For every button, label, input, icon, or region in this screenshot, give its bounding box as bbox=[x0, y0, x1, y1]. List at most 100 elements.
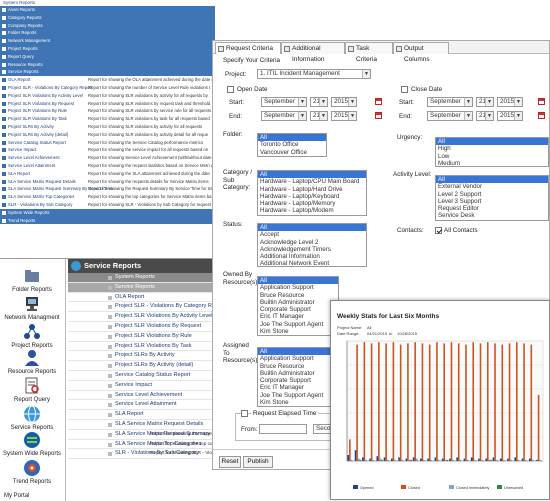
list-option[interactable]: All bbox=[258, 277, 338, 285]
report-row[interactable]: SLA Service Matrix Top Categories Report … bbox=[0, 193, 215, 201]
calendar-icon[interactable] bbox=[375, 98, 382, 105]
list-option[interactable]: Kim Stone bbox=[258, 328, 338, 335]
report-group-row[interactable]: Report Query bbox=[0, 52, 215, 61]
report-group-row[interactable]: System Wide Reports bbox=[0, 208, 215, 217]
list-option[interactable]: All bbox=[436, 176, 548, 184]
nav-item-system-wide-reports[interactable]: System Wide Reports bbox=[0, 431, 64, 457]
report-row[interactable]: OLA Report Report for showing the OLA att… bbox=[0, 76, 215, 84]
report-row[interactable]: SLA Report Report for showing the SLA att… bbox=[0, 170, 215, 178]
tab-additional-information[interactable]: Additional Information bbox=[281, 42, 345, 63]
report-group-row[interactable]: Trend Reports bbox=[0, 216, 215, 225]
list-option[interactable]: External Vendor bbox=[436, 183, 548, 190]
report-group-row[interactable]: Project Reports bbox=[0, 44, 215, 53]
report-row[interactable]: Project SLRs By Activity (detail) bbox=[68, 361, 222, 371]
list-option[interactable]: All bbox=[258, 171, 366, 179]
list-option[interactable]: Bruce Resource bbox=[258, 363, 338, 370]
report-row[interactable]: Service Impact Report for showing the ser… bbox=[0, 146, 215, 154]
report-row[interactable]: Project SLR - Violations By Category Rep… bbox=[0, 84, 215, 92]
nav-item-my-portal[interactable]: My Portal bbox=[0, 493, 64, 499]
report-group-row[interactable]: System Reports bbox=[68, 273, 222, 283]
open-start-year[interactable]: 2015 ▼ bbox=[331, 97, 357, 107]
report-row[interactable]: Project SLR - Violations By Category Rep… bbox=[68, 302, 225, 313]
report-row[interactable]: Project SLR Violations By Task Report for… bbox=[0, 115, 215, 123]
report-row[interactable]: Service Level Attainment Report for showi… bbox=[0, 162, 215, 170]
elapsed-from-input[interactable] bbox=[259, 424, 307, 434]
report-row[interactable]: SLA Service Matrix Request Details Report… bbox=[0, 178, 215, 186]
list-option[interactable]: Application Support bbox=[258, 284, 338, 291]
nav-item-network-managment[interactable]: Network Managment bbox=[0, 295, 64, 321]
publish-button[interactable]: Publish bbox=[243, 456, 273, 468]
folder-listbox[interactable]: All Toronto Office Vancouver Office bbox=[257, 133, 327, 157]
open-end-month[interactable]: September ▼ bbox=[261, 111, 307, 121]
nav-item-report-query[interactable]: Report Query bbox=[0, 377, 64, 403]
list-option[interactable]: Acknowledgement Timers bbox=[258, 246, 366, 253]
list-option[interactable]: Hardware - Laptop/Modem bbox=[258, 207, 366, 214]
calendar-icon[interactable] bbox=[538, 112, 545, 119]
list-option[interactable]: Builtin Administrator bbox=[258, 370, 338, 377]
urgency-listbox[interactable]: All High Low Medium bbox=[435, 137, 549, 167]
report-row[interactable]: Project SLRs By Activity (detail) Report … bbox=[0, 131, 215, 139]
report-group-row[interactable]: Folder Reports bbox=[0, 29, 215, 38]
list-option[interactable]: Eric IT Manager bbox=[258, 384, 338, 391]
reset-button[interactable]: Reset bbox=[219, 456, 241, 468]
list-option[interactable]: Builtin Administrator bbox=[258, 299, 338, 306]
calendar-icon[interactable] bbox=[538, 98, 545, 105]
close-start-month[interactable]: September ▼ bbox=[427, 97, 473, 107]
list-option[interactable]: Request Editor bbox=[436, 205, 548, 212]
report-row[interactable]: SLA Service Matrix Request Summary By Se… bbox=[0, 185, 215, 193]
report-row[interactable]: Project SLR Violations By Request bbox=[68, 322, 222, 332]
report-group-row[interactable]: Resource Reports bbox=[0, 60, 215, 69]
calendar-icon[interactable] bbox=[375, 112, 382, 119]
report-row[interactable]: Project SLR Violations By Activity Level bbox=[68, 312, 222, 322]
list-option[interactable]: Vancouver Office bbox=[258, 149, 326, 156]
list-option[interactable]: Joe The Support Agent bbox=[258, 321, 338, 328]
close-start-day[interactable]: 21 ▼ bbox=[476, 97, 494, 107]
nav-item-trend-reports[interactable]: Trend Reports bbox=[0, 459, 64, 485]
open-start-day[interactable]: 21 ▼ bbox=[310, 97, 328, 107]
list-option[interactable]: Medium bbox=[436, 160, 548, 166]
report-group-row[interactable]: Network Management bbox=[0, 37, 215, 45]
assigned-to-listbox[interactable]: All Application Support Bruce Resource Buil… bbox=[257, 347, 339, 407]
report-row[interactable]: Project SLRs By Activity Report for showi… bbox=[0, 123, 215, 131]
open-date-checkbox[interactable] bbox=[227, 86, 234, 93]
list-option[interactable]: High bbox=[436, 145, 548, 152]
list-option[interactable]: Eric IT Manager bbox=[258, 313, 338, 320]
report-row[interactable]: Project SLR Violations By Request Report … bbox=[0, 100, 215, 108]
report-group-row[interactable]: Company Reports bbox=[0, 21, 215, 30]
list-option[interactable]: Joe The Support Agent bbox=[258, 392, 338, 399]
nav-item-folder-reports[interactable]: Folder Reports bbox=[0, 267, 64, 293]
tab-task-criteria[interactable]: Task Criteria bbox=[345, 42, 393, 63]
list-option[interactable]: Additional Information bbox=[258, 253, 366, 260]
list-option[interactable]: All bbox=[258, 348, 338, 356]
all-contacts-checkbox[interactable] bbox=[435, 227, 442, 234]
list-option[interactable]: Level 2 Support bbox=[436, 191, 548, 198]
list-option[interactable]: Toronto Office bbox=[258, 141, 326, 148]
report-row[interactable]: Project SLR Violations By Task bbox=[68, 342, 222, 352]
list-option[interactable]: Bruce Resource bbox=[258, 292, 338, 299]
report-row[interactable]: Project SLR Violations By Rule bbox=[68, 332, 222, 342]
report-row[interactable]: Project SLRs By Activity bbox=[68, 351, 222, 362]
close-end-year[interactable]: 2015 ▼ bbox=[497, 111, 523, 121]
list-option[interactable]: Level 3 Support bbox=[436, 198, 548, 205]
owned-by-listbox[interactable]: All Application Support Bruce Resource Buil… bbox=[257, 276, 339, 336]
list-option[interactable]: Hardware - Laptop/Keyboard bbox=[258, 193, 366, 200]
activity-level-listbox[interactable]: All External Vendor Level 2 Support Level 3… bbox=[435, 175, 549, 221]
list-option[interactable]: Acknowledge Level 2 bbox=[258, 239, 366, 246]
list-option[interactable]: Kim Stone bbox=[258, 399, 338, 406]
elapsed-time-checkbox[interactable] bbox=[241, 410, 248, 417]
report-row[interactable]: SLR - Violations By Sub Category Report f… bbox=[0, 201, 215, 209]
report-row[interactable]: Service Impact bbox=[68, 381, 222, 391]
nav-item-project-reports[interactable]: Project Reports bbox=[0, 323, 64, 349]
report-row[interactable]: Service Level Achievement bbox=[68, 391, 222, 401]
status-listbox[interactable]: All Accept Acknowledge Level 2 Acknowledgem… bbox=[257, 223, 367, 267]
report-row[interactable]: SLA Report bbox=[68, 410, 222, 420]
report-row[interactable]: Project SLR Violations By Rule Report for… bbox=[0, 107, 215, 115]
close-date-checkbox[interactable] bbox=[401, 86, 408, 93]
open-end-year[interactable]: 2015 ▼ bbox=[331, 111, 357, 121]
tab-request-criteria[interactable]: Request Criteria bbox=[215, 42, 281, 54]
report-row[interactable]: OLA Report bbox=[68, 293, 222, 303]
list-option[interactable]: Corporate Support bbox=[258, 377, 338, 384]
list-option[interactable]: Hardware - Laptop/Hard Drive bbox=[258, 186, 366, 193]
report-row[interactable]: Service Catalog Status Report Report for … bbox=[0, 139, 215, 147]
list-option[interactable]: Low bbox=[436, 153, 548, 160]
